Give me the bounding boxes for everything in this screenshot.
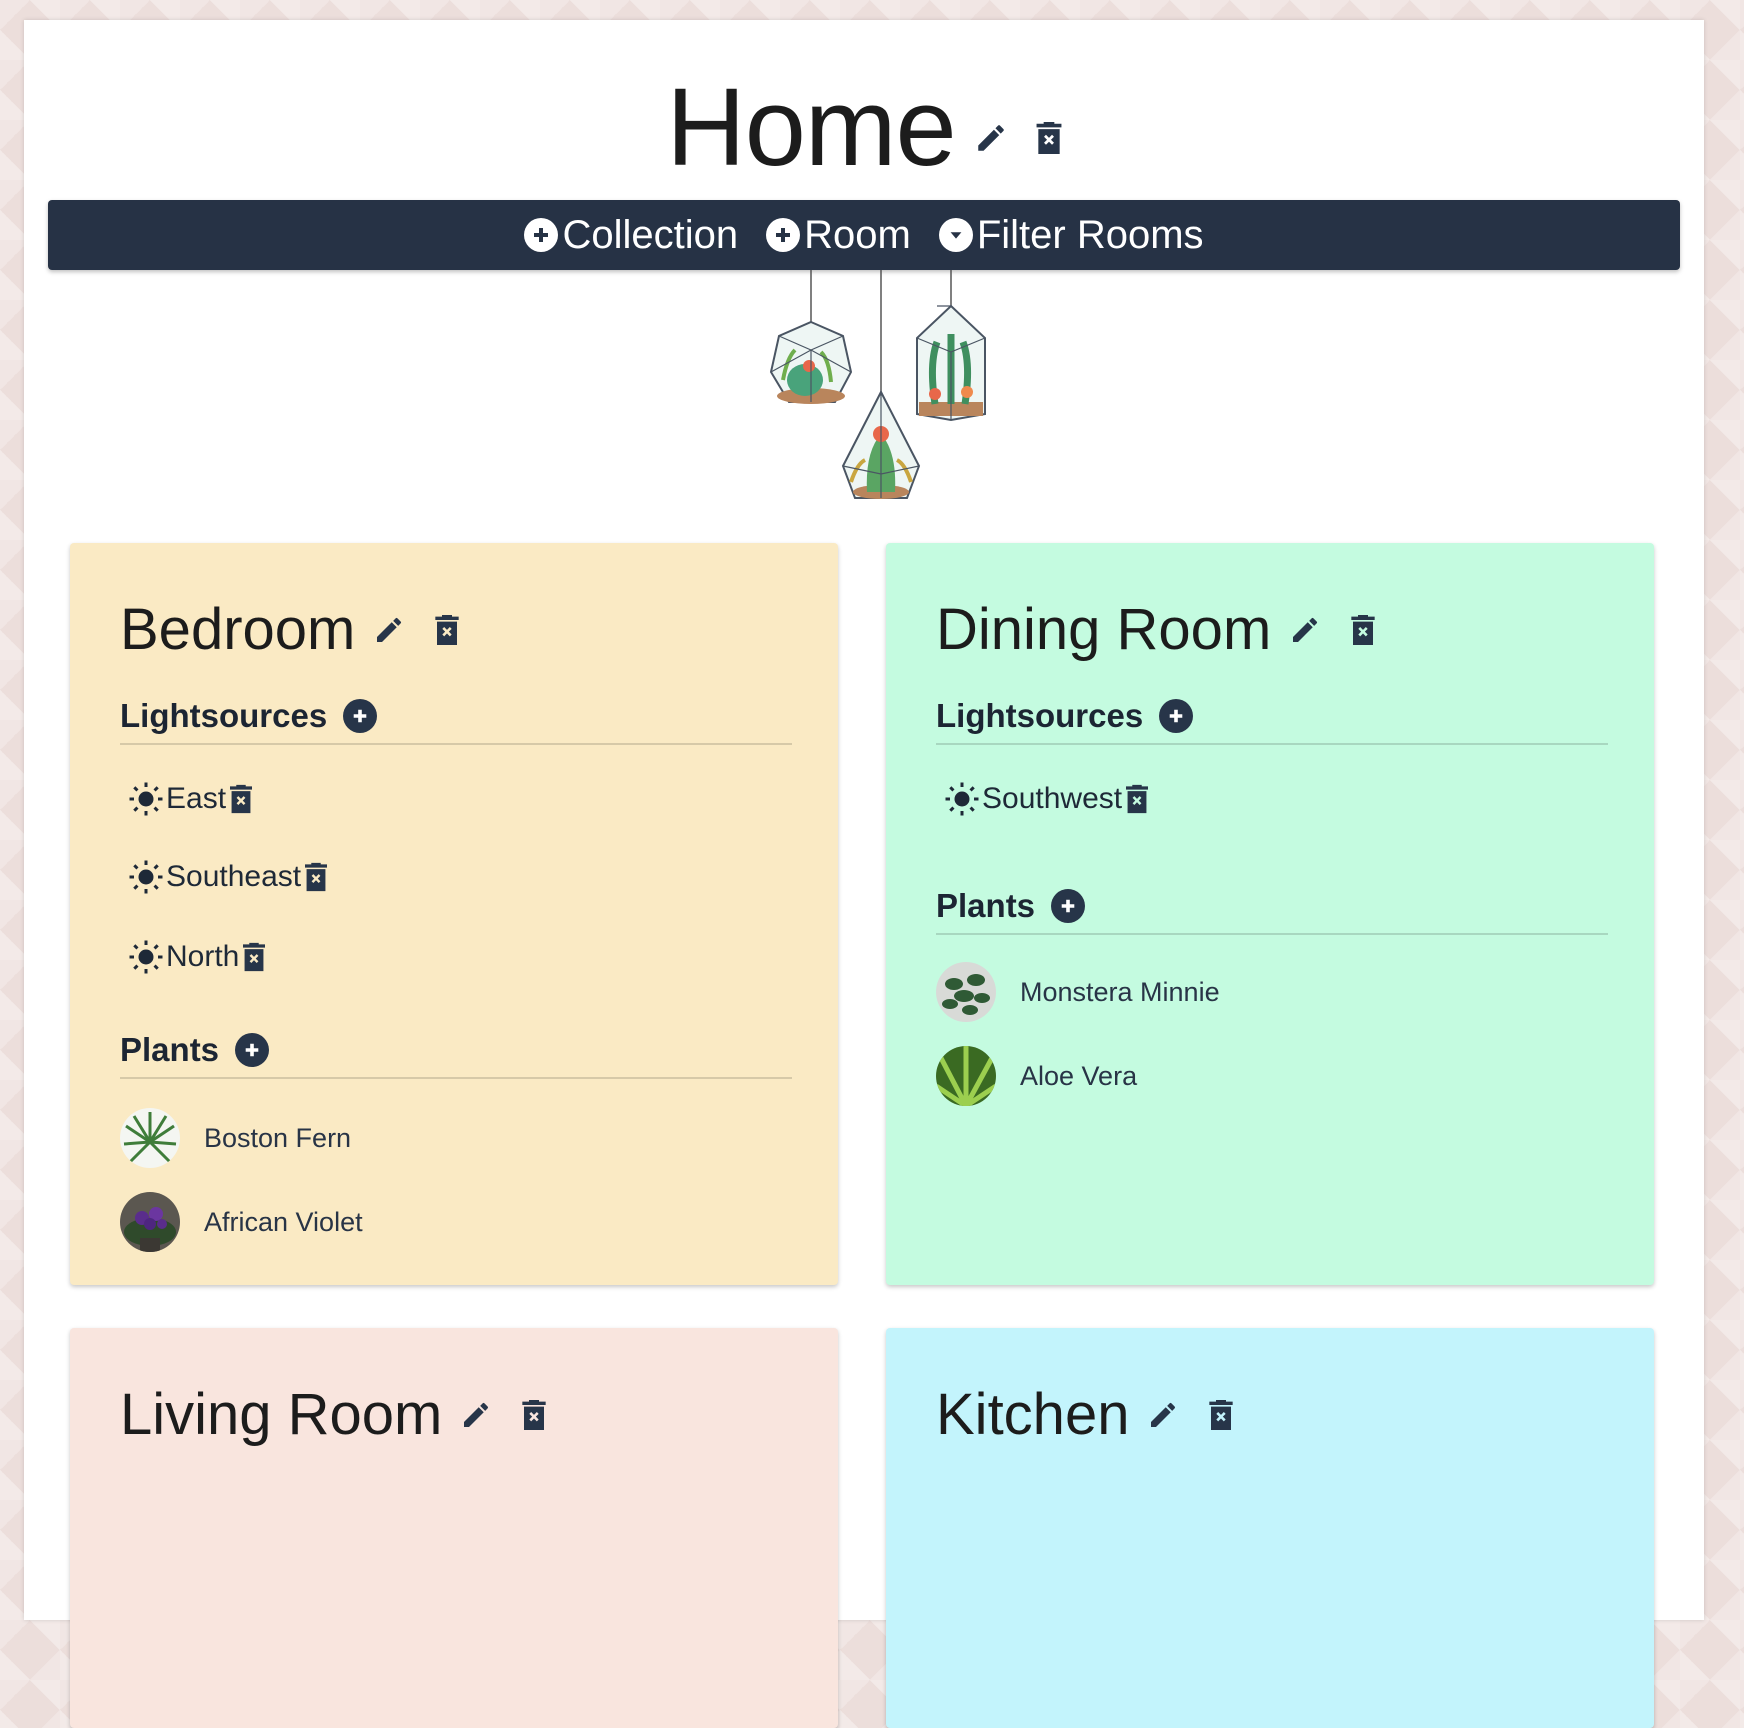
chevron-down-circle-icon [938,218,973,252]
plants-section: Plants Monstera Minnie Aloe Vera [936,879,1608,1107]
pencil-icon [1293,617,1318,642]
delete-lightsource-button[interactable] [305,862,328,892]
room-title: Dining Room [936,597,1272,662]
trash-icon [305,862,328,892]
edit-room-button[interactable] [1289,614,1321,646]
lightsource-item: East [128,779,792,819]
room-card-bedroom: Bedroom Lightsources East Southeast Nort… [70,543,838,1285]
plus-circle-icon [1061,899,1075,913]
delete-lightsource-button[interactable] [1126,784,1149,814]
sun-icon [129,940,163,974]
room-header: Bedroom [120,597,460,662]
add-room-button[interactable]: Room [766,213,911,258]
room-header: Dining Room [936,601,1375,659]
room-card-dining-room: Dining Room Lightsources Southwest Plant… [886,543,1654,1285]
plant-avatar [120,1192,180,1252]
sun-icon [945,782,979,816]
lightsources-title: Lightsources [936,697,1144,734]
plants-section: Plants Boston Fern African Violet [120,1023,792,1253]
top-toolbar: Collection Room Filter Rooms [48,200,1680,270]
filter-rooms-label: Filter Rooms [976,212,1204,257]
filter-rooms-button[interactable]: Filter Rooms [938,212,1204,258]
plus-circle-icon [1169,709,1183,723]
pencil-icon [1151,1402,1176,1427]
plant-name: African Violet [204,1206,363,1237]
pencil-icon [377,617,402,642]
trash-icon [1036,122,1062,154]
delete-lightsource-button[interactable] [230,784,253,814]
sun-icon [129,782,163,816]
plants-title: Plants [936,887,1036,924]
room-card-kitchen: Kitchen [886,1328,1654,1728]
lightsources-section: Lightsources Southwest [936,689,1608,819]
plant-name: Aloe Vera [1020,1060,1138,1091]
delete-room-button[interactable] [522,1400,547,1430]
edit-room-button[interactable] [1147,1399,1179,1431]
lightsource-item: Southwest [944,779,1608,819]
trash-icon [230,784,253,814]
room-header: Kitchen [936,1382,1234,1447]
plus-circle-icon [524,218,559,252]
lightsource-item: Southeast [128,857,792,897]
page-title: Home [666,66,956,189]
lightsources-header: Lightsources [936,689,1608,745]
plant-avatar [120,1108,180,1168]
plants-title: Plants [120,1031,220,1068]
plant-name: Boston Fern [204,1122,352,1153]
add-collection-button[interactable]: Collection [524,213,738,258]
trash-icon [435,615,460,645]
delete-lightsource-button[interactable] [243,942,266,972]
add-room-label: Room [804,212,911,257]
plants-header: Plants [120,1023,792,1079]
trash-icon [243,942,266,972]
lightsource-name: Southwest [982,782,1123,815]
plus-circle-icon [353,709,367,723]
plant-item[interactable]: Boston Fern [120,1107,792,1169]
delete-room-button[interactable] [1351,615,1375,645]
room-title: Kitchen [936,1382,1130,1447]
add-plant-button[interactable] [235,1033,270,1067]
lightsource-item: North [128,937,792,977]
room-title: Bedroom [120,597,356,662]
lightsources-section: Lightsources East Southeast North [120,689,792,977]
plant-name: Monstera Minnie [1020,976,1220,1007]
plant-item[interactable]: African Violet [120,1191,792,1253]
room-header: Living Room [120,1382,547,1447]
edit-room-button[interactable] [373,614,405,646]
lightsource-name: Southeast [166,860,302,893]
terrarium-illustration [769,270,986,499]
pencil-icon [464,1402,489,1427]
delete-room-button[interactable] [435,615,460,645]
trash-icon [1351,615,1375,645]
room-card-living-room: Living Room [70,1328,838,1728]
room-title: Living Room [120,1382,443,1447]
delete-room-button[interactable] [1209,1400,1234,1430]
trash-icon [1209,1400,1234,1430]
delete-home-button[interactable] [1036,122,1062,154]
lightsource-name: North [166,940,240,973]
lightsource-name: East [166,782,227,815]
trash-icon [1126,784,1149,814]
add-lightsource-button[interactable] [1159,699,1194,733]
plus-circle-icon [245,1043,259,1057]
edit-home-button[interactable] [974,121,1008,155]
home-page: Home Collection Room Filter Rooms Bedroo… [24,20,1704,1728]
trash-icon [522,1400,547,1430]
add-plant-button[interactable] [1051,889,1086,923]
lightsources-header: Lightsources [120,689,792,745]
edit-room-button[interactable] [460,1399,492,1431]
plants-header: Plants [936,879,1608,935]
add-lightsource-button[interactable] [343,699,378,733]
sun-icon [129,860,163,894]
pencil-icon [977,125,1004,151]
lightsources-title: Lightsources [120,697,328,734]
add-collection-label: Collection [562,212,739,257]
plus-circle-icon [766,218,801,252]
home-header: Home [24,68,1704,188]
plant-item[interactable]: Aloe Vera [936,1045,1608,1107]
plant-avatar [936,1046,996,1106]
plant-avatar [936,962,996,1022]
plant-item[interactable]: Monstera Minnie [936,961,1608,1023]
